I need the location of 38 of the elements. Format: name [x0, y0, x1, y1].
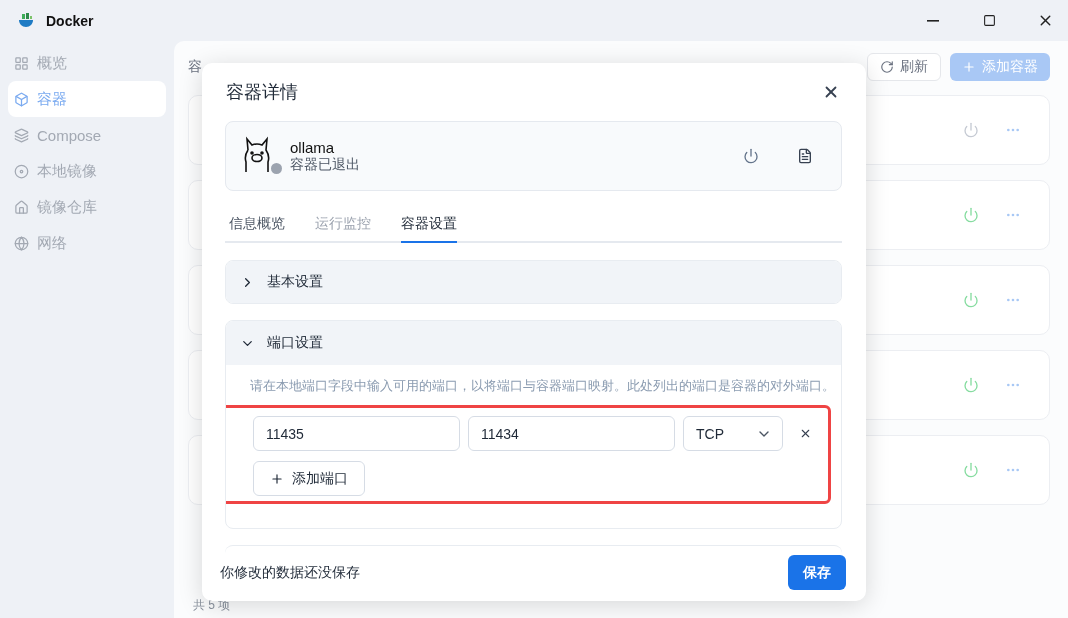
window-title: Docker	[46, 12, 95, 29]
section-header[interactable]: 基本设置	[226, 261, 841, 303]
power-icon[interactable]	[963, 462, 979, 478]
container-port-field[interactable]: 11434	[468, 416, 675, 451]
protocol-select[interactable]: TCP	[683, 416, 783, 451]
power-icon[interactable]	[963, 207, 979, 223]
refresh-icon	[880, 60, 894, 74]
cube-icon	[14, 91, 29, 107]
power-icon[interactable]	[963, 122, 979, 138]
unsaved-message: 你修改的数据还没保存	[220, 563, 360, 582]
globe-icon	[14, 235, 29, 251]
document-icon	[797, 148, 813, 164]
page-heading: 容	[188, 58, 202, 76]
plus-icon	[962, 60, 976, 74]
layers-icon	[14, 127, 29, 143]
llama-icon	[242, 136, 272, 174]
maximize-icon	[982, 14, 996, 27]
refresh-button[interactable]: 刷新	[867, 53, 941, 81]
power-icon[interactable]	[963, 292, 979, 308]
tab[interactable]: 容器设置	[401, 209, 457, 243]
container-name: ollama	[290, 138, 336, 156]
disc-icon	[14, 163, 29, 179]
power-button[interactable]	[741, 146, 761, 166]
close-icon	[799, 427, 812, 440]
plus-icon	[270, 471, 284, 486]
minimize-icon	[927, 19, 939, 22]
section-header[interactable]: 端口设置	[226, 321, 841, 365]
local-port-field[interactable]: 11435	[253, 416, 460, 451]
grid-icon	[14, 55, 29, 71]
power-icon	[743, 148, 759, 164]
power-icon[interactable]	[963, 377, 979, 393]
hint-text: 请在本地端口字段中输入可用的端口，以将端口与容器端口映射。此处列出的端口是容器的对外端口。	[250, 377, 831, 395]
save-button[interactable]: 保存	[788, 555, 846, 590]
add-port-button[interactable]: 添加端口	[253, 461, 365, 496]
tab[interactable]: 信息概览	[229, 209, 285, 243]
dialog-title: 容器详情	[226, 81, 298, 104]
house-icon	[14, 199, 29, 215]
container-status: 容器已退出	[290, 155, 361, 174]
